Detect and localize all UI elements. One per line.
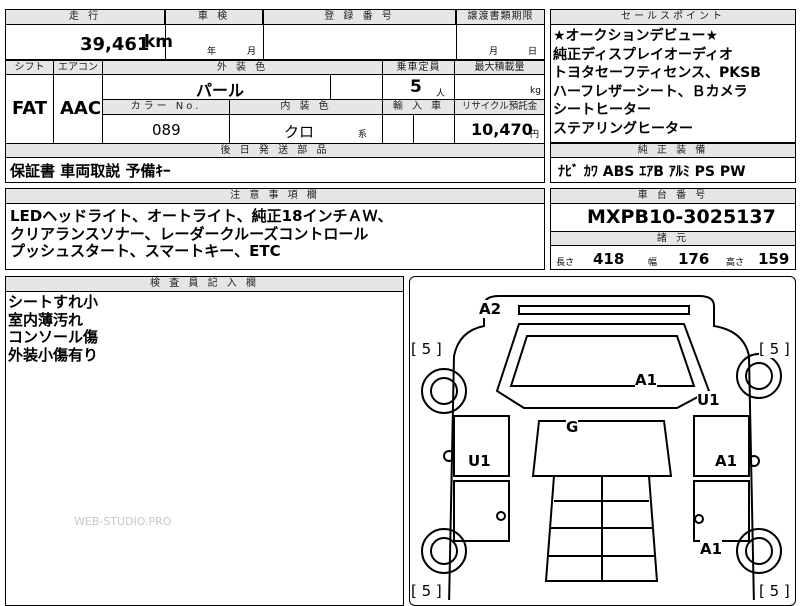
height-value: 159	[758, 250, 790, 268]
damage-mark-right-door: A1	[715, 452, 738, 470]
recycle-header: リサイクル預託金	[454, 99, 545, 115]
damage-mark-left-door: U1	[468, 452, 491, 470]
cabin-center	[531, 420, 673, 477]
notes-line: クリアランスソナー、レーダークルーズコントロール	[10, 224, 369, 243]
inspector-line: シートすれ小	[8, 293, 99, 311]
dimensions-header: 諸 元	[550, 231, 796, 246]
capacity-header: 乗車定員	[382, 60, 455, 75]
import-cell-a	[382, 114, 414, 144]
wheel-front-left	[421, 368, 467, 414]
wheel-rear-right	[736, 528, 782, 574]
transfer-deadline-header: 譲渡書類期限	[456, 9, 545, 25]
tire-mark-front-right: [ 5 ]	[759, 340, 790, 358]
inspector-line: 外装小傷有り	[8, 345, 99, 364]
sales-point-line: シートヒーター	[553, 102, 651, 118]
width-value: 176	[678, 250, 710, 268]
exterior-color-extra-cell	[330, 74, 383, 100]
import-cell-b	[413, 114, 455, 144]
left-door-rear	[453, 480, 510, 542]
tire-mark-rear-left: [ 5 ]	[411, 582, 442, 600]
length-label: 長さ	[556, 258, 575, 268]
shift-header: シフト	[5, 60, 54, 75]
chassis-header: 車 台 番 号	[550, 188, 796, 204]
shift-value: FAT	[12, 98, 48, 119]
color-no-header: カラー No.	[102, 99, 230, 115]
width-label: 幅	[648, 258, 658, 268]
inspector-line: コンソール傷	[8, 328, 99, 346]
damage-mark-front-bumper: A2	[479, 300, 502, 318]
registration-cell	[263, 24, 457, 60]
sales-point-line: ハーフレザーシート、Ｂカメラ	[553, 83, 748, 100]
interior-color-header: 内 装 色	[229, 99, 383, 115]
front-bumper	[518, 305, 690, 315]
exterior-color-value: パール	[196, 81, 245, 100]
handle-left	[496, 511, 506, 521]
recycle-value: 10,470	[471, 120, 533, 139]
notes-line: LEDヘッドライト、オートライト、純正18インチＡＷ、	[10, 207, 393, 225]
right-door-rear	[693, 480, 750, 542]
damage-mark-hood: A1	[635, 371, 658, 389]
interior-color-value: クロ	[284, 123, 315, 141]
equipment-value: ﾅﾋﾞ ｶﾜ ABS ｴｱB ｱﾙﾐ PS PW	[558, 164, 746, 180]
color-no-value: 089	[152, 121, 181, 139]
interior-color-suffix: 系	[358, 130, 368, 140]
inspector-line: 室内薄汚れ	[8, 310, 84, 329]
sales-point-line: トヨタセーフティセンス、PKSB	[553, 65, 761, 81]
ac-header: エアコン	[53, 60, 103, 75]
sales-points-lines: ★オークションデビュー★ 純正ディスプレイオーディオ トヨタセーフティセンス、P…	[553, 27, 761, 138]
sales-point-line: ★オークションデビュー★	[553, 28, 719, 44]
inspector-lines: シートすれ小 室内薄汚れ コンソール傷 外装小傷有り	[8, 293, 99, 364]
tire-mark-rear-right: [ 5 ]	[759, 582, 790, 600]
notes-header: 注 意 事 項 欄	[5, 188, 545, 204]
height-label: 高さ	[726, 258, 745, 268]
capacity-value: 5	[410, 77, 422, 97]
after-parts-header: 後 日 発 送 部 品	[5, 143, 545, 158]
load-header: 最大積載量	[454, 60, 545, 75]
mileage-value: 39,461	[80, 34, 150, 55]
transfer-day: 日	[528, 47, 538, 57]
sales-point-line: ステアリングヒーター	[553, 120, 693, 137]
inspection-header: 車 検	[165, 9, 263, 25]
registration-header: 登 録 番 号	[263, 9, 456, 25]
ac-value: AAC	[60, 98, 102, 119]
notes-line: プッシュスタート、スマートキー、ETC	[10, 242, 281, 260]
transfer-month: 月	[489, 47, 499, 57]
capacity-unit: 人	[436, 89, 446, 99]
length-value: 418	[593, 250, 625, 268]
damage-mark-right-front: U1	[697, 391, 720, 409]
damage-mark-right-rear: A1	[700, 540, 723, 558]
chassis-value: MXPB10-3025137	[587, 206, 776, 228]
watermark: WEB-STUDIO.PRO	[74, 515, 172, 528]
damage-mark-windshield: G	[566, 418, 579, 436]
car-diagram	[421, 295, 782, 600]
windshield	[509, 335, 696, 387]
load-unit: kg	[530, 86, 541, 96]
recycle-unit: 円	[530, 130, 540, 140]
inspection-month: 月	[247, 47, 257, 57]
mileage-header: 走 行	[5, 9, 165, 25]
notes-lines: LEDヘッドライト、オートライト、純正18インチＡＷ、 クリアランスソナー、レー…	[10, 207, 393, 261]
mileage-unit: km	[144, 32, 174, 52]
import-header: 輸 入 車	[382, 99, 455, 115]
inspection-year: 年	[207, 47, 217, 57]
sales-point-line: 純正ディスプレイオーディオ	[553, 46, 734, 63]
exterior-color-header: 外 装 色	[102, 60, 383, 75]
inspector-header: 検 査 員 記 入 欄	[5, 276, 404, 292]
sales-points-header: セールスポイント	[550, 9, 796, 25]
wheel-rear-left	[421, 528, 467, 574]
wheel-front-right	[736, 353, 782, 399]
equipment-header: 純 正 装 備	[550, 143, 796, 158]
tire-mark-front-left: [ 5 ]	[411, 340, 442, 358]
handle-right	[694, 514, 704, 524]
after-parts-value: 保証書 車両取説 予備ｷｰ	[10, 162, 171, 180]
